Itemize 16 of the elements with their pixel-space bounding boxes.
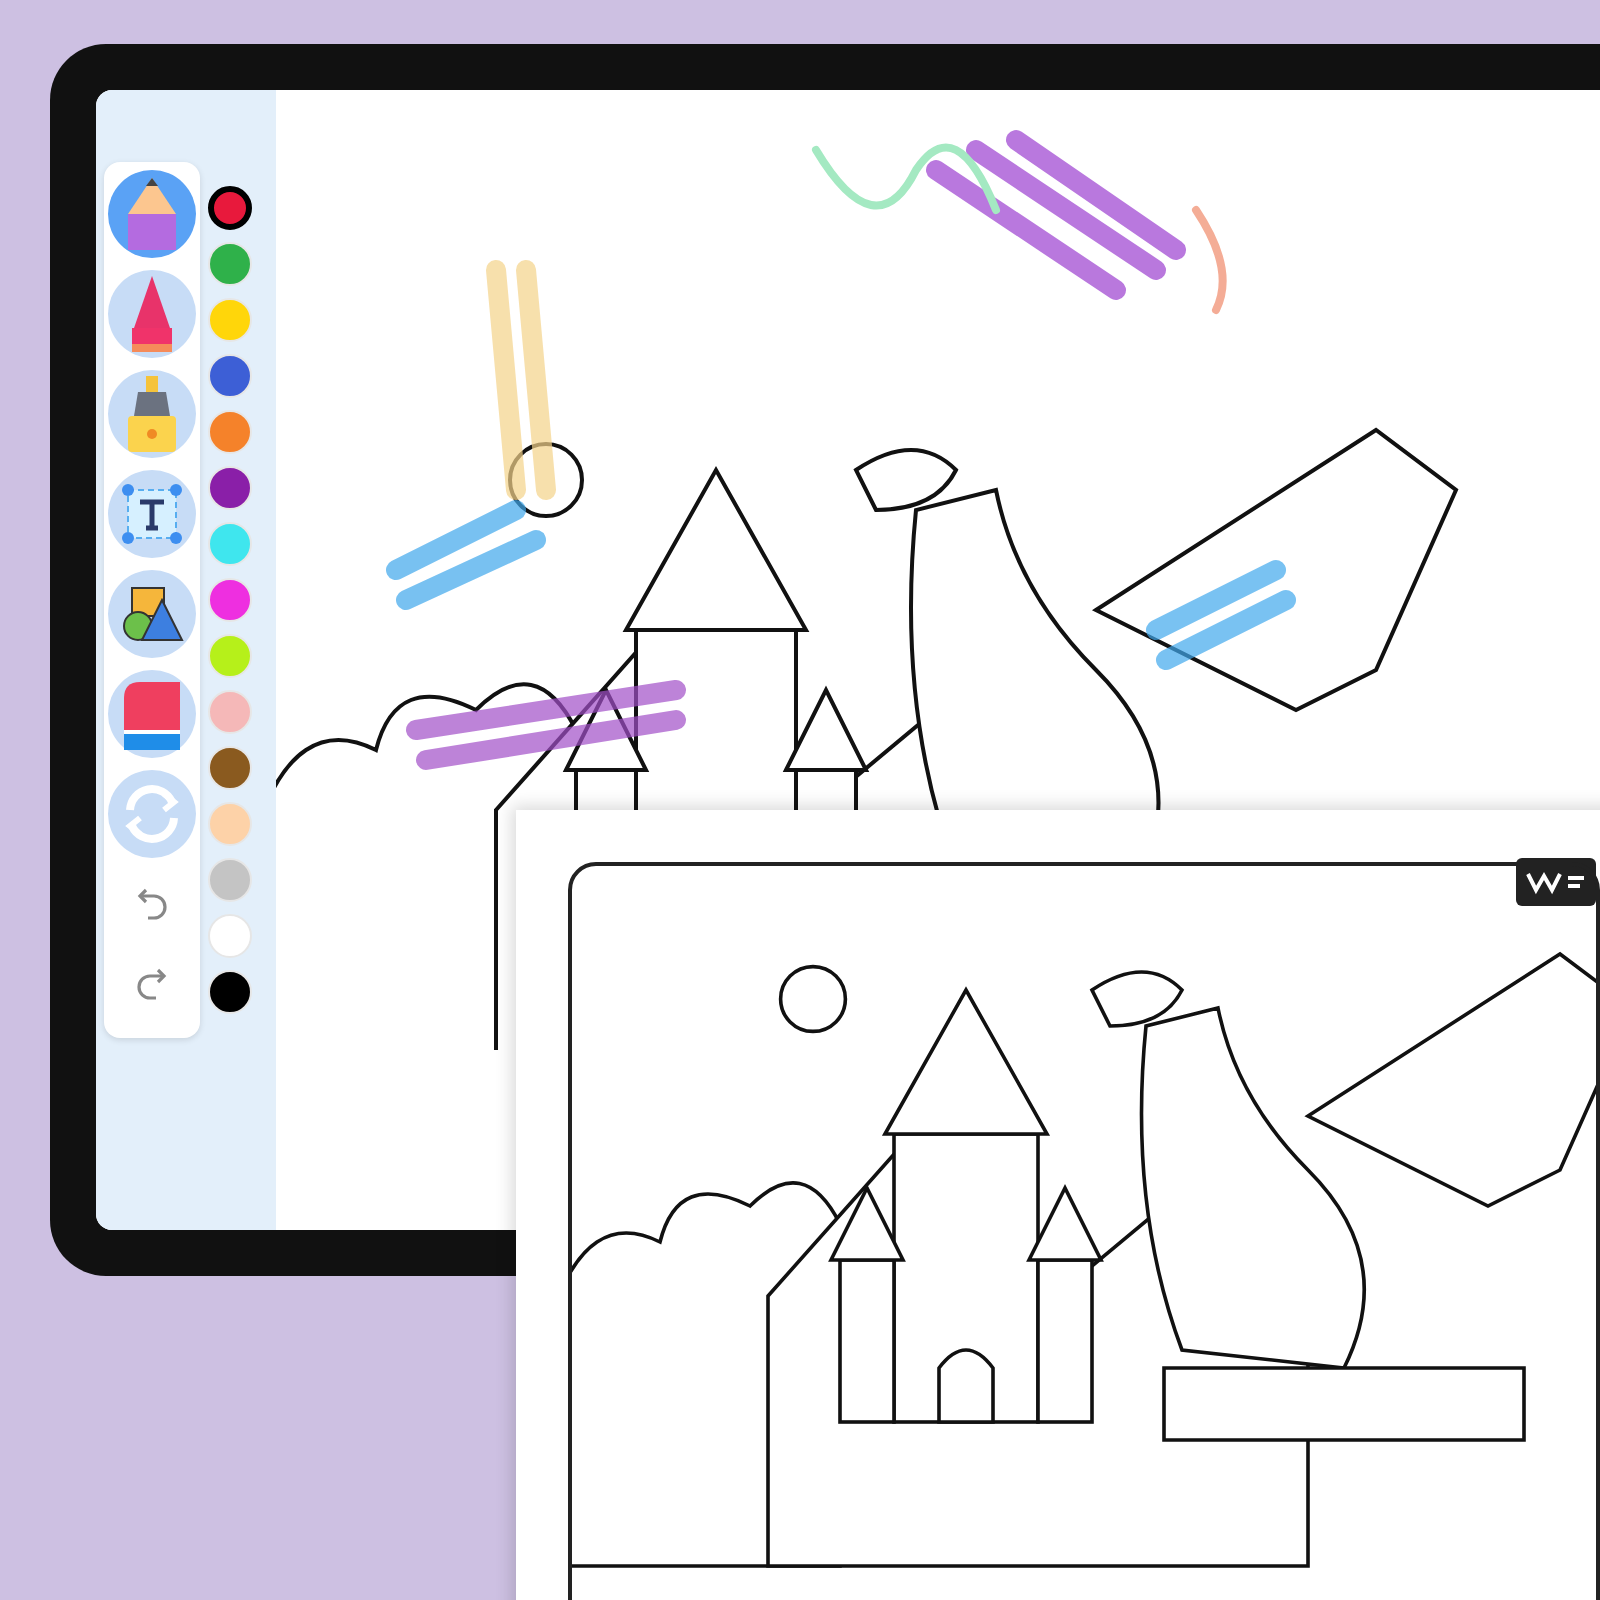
marker-icon xyxy=(126,376,178,452)
refresh-icon xyxy=(120,782,184,846)
eraser-tool-button[interactable] xyxy=(108,670,196,758)
eraser-icon xyxy=(120,678,184,750)
crayon-tool-button[interactable] xyxy=(108,270,196,358)
text-tool-icon xyxy=(120,482,184,546)
undo-icon xyxy=(136,886,168,922)
crayon-icon xyxy=(130,276,174,352)
shapes-tool-button[interactable] xyxy=(108,570,196,658)
pencil-icon xyxy=(122,178,182,250)
redo-icon xyxy=(136,966,168,1002)
marker-tool-button[interactable] xyxy=(108,370,196,458)
shapes-icon xyxy=(120,584,184,644)
pencil-tool-button[interactable] xyxy=(108,170,196,258)
color-swatch[interactable] xyxy=(208,186,252,230)
text-tool-button[interactable] xyxy=(108,470,196,558)
